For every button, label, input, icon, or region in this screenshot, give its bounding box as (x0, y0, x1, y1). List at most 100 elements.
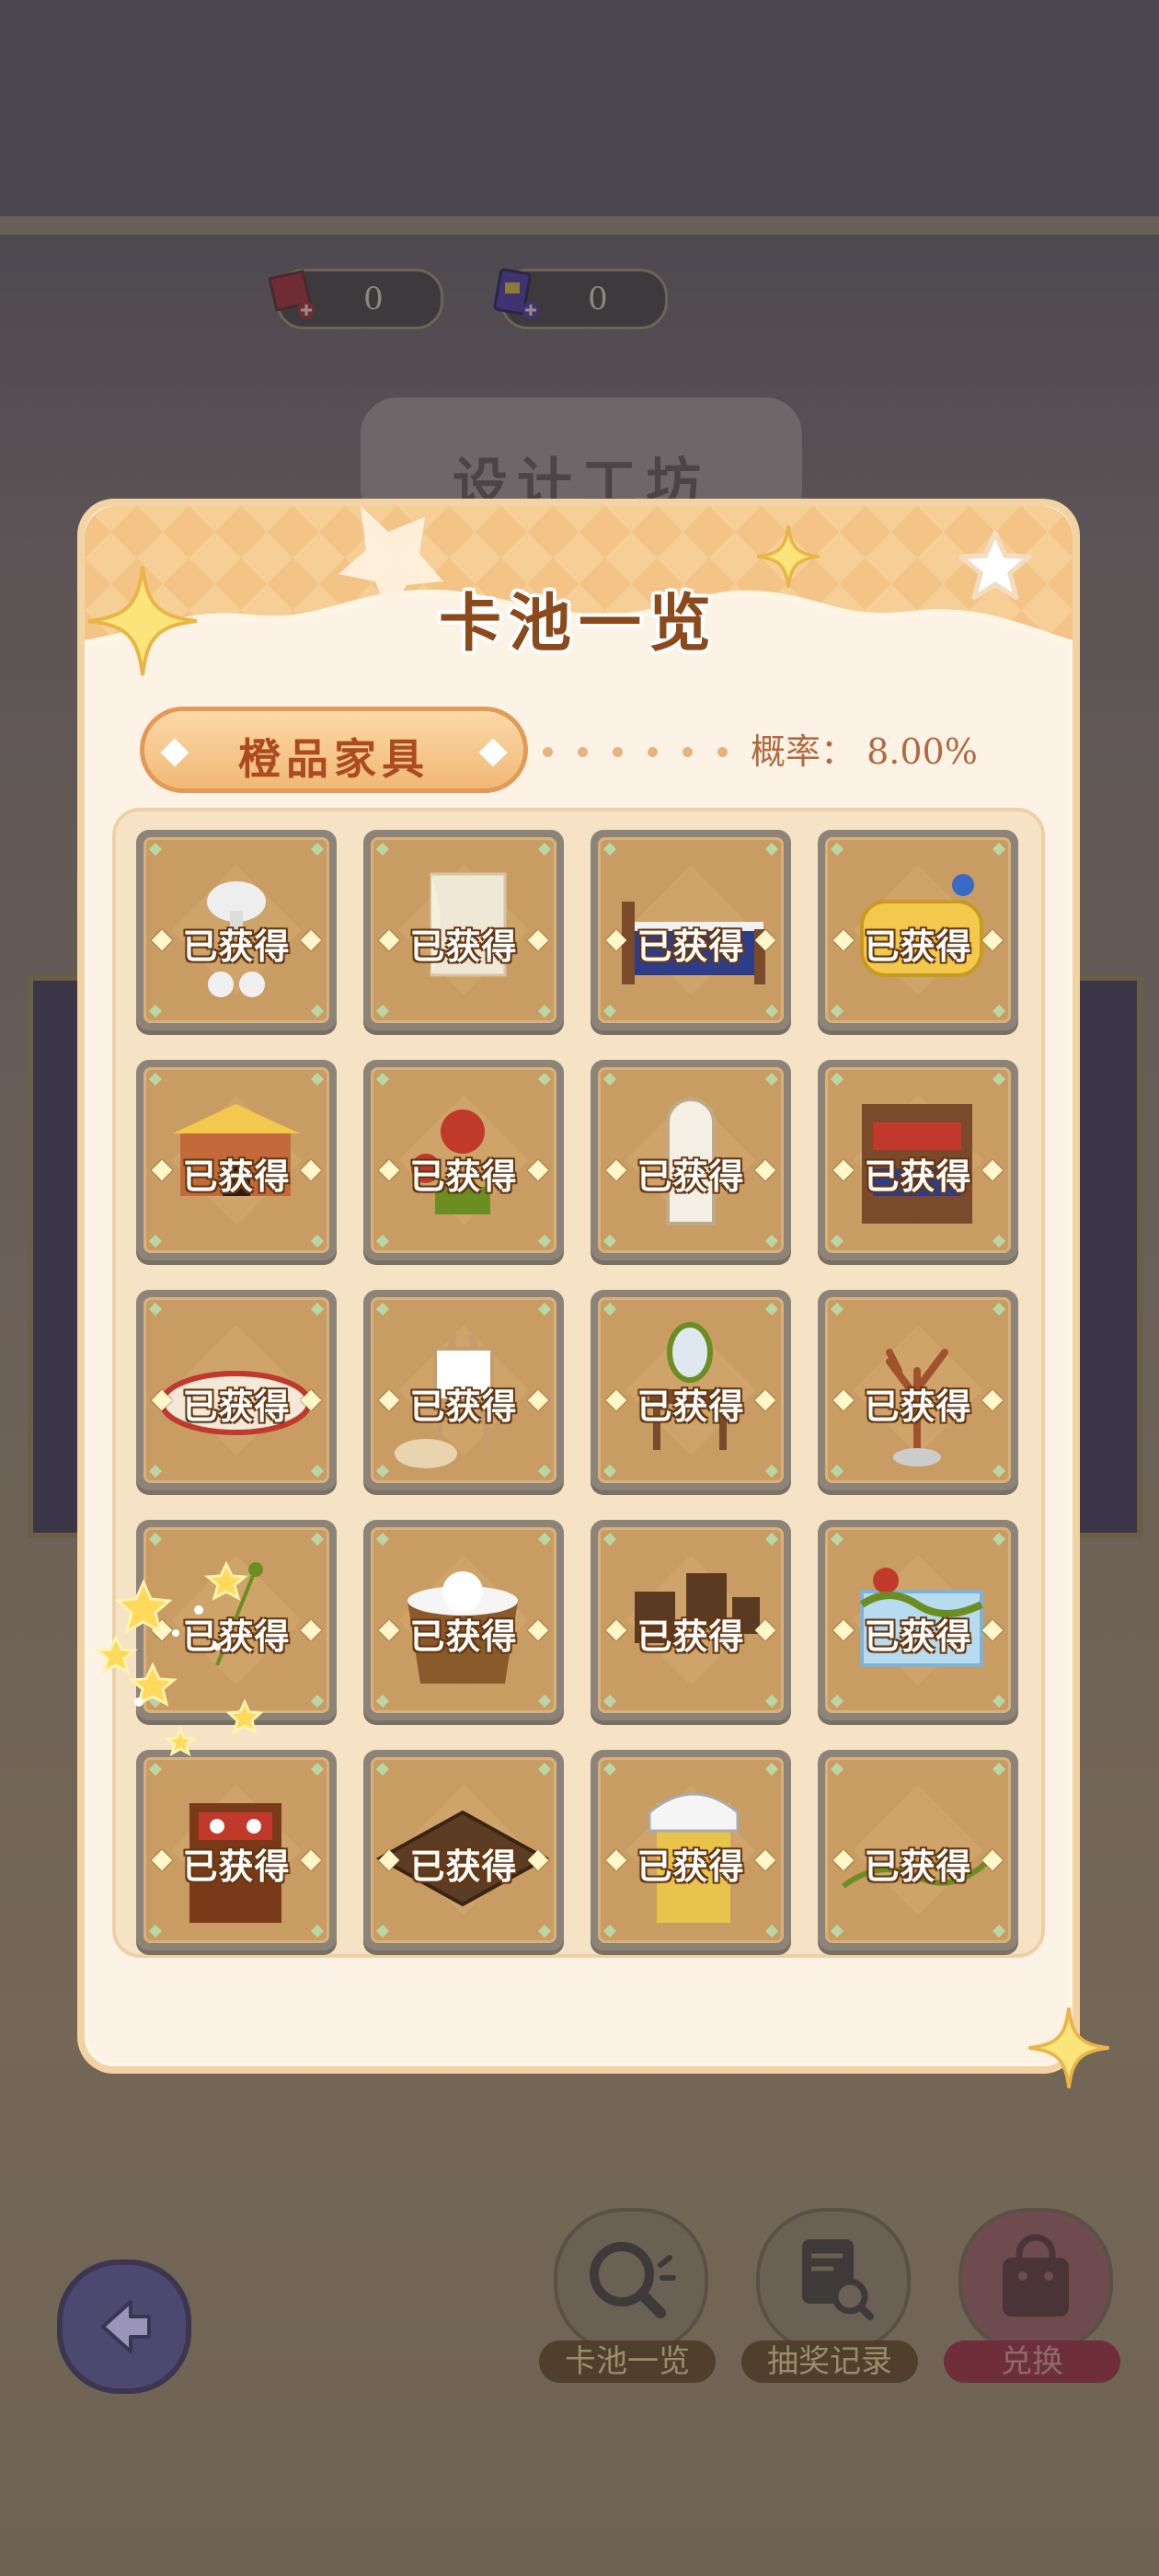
puffy-star-icon (958, 530, 1032, 601)
obtained-label: 已获得 (637, 1386, 745, 1427)
obtained-label: 已获得 (409, 1846, 518, 1887)
card-pool-modal: 卡池一览 橙品家具 概率： 8.00% 已获得 已获得 已获得 已获得 已获得 已获得 已获… (77, 499, 1109, 2088)
probability-value: 8.00% (866, 731, 978, 772)
obtained-label: 已获得 (864, 1386, 972, 1427)
currency-red-ticket[interactable]: 0 (268, 269, 443, 329)
obtained-label: 已获得 (409, 926, 518, 967)
obtained-label-wrap: 已获得 (598, 1838, 784, 1889)
card-inner: 已获得 (598, 1757, 784, 1943)
furniture-card[interactable]: 已获得 (136, 830, 337, 1030)
card-inner: 已获得 (143, 1067, 329, 1253)
furniture-card[interactable]: 已获得 (591, 1750, 791, 1950)
obtained-label-wrap: 已获得 (143, 1148, 329, 1199)
card-inner: 已获得 (598, 1297, 784, 1483)
furniture-card[interactable]: 已获得 (818, 1750, 1018, 1950)
card-inner: 已获得 (371, 837, 557, 1023)
furniture-card[interactable]: 已获得 (818, 1060, 1018, 1260)
furniture-card[interactable]: 已获得 (363, 1290, 564, 1490)
obtained-label: 已获得 (182, 1156, 291, 1197)
obtained-label: 已获得 (864, 1616, 972, 1657)
obtained-label: 已获得 (182, 926, 291, 967)
card-inner: 已获得 (825, 1757, 1011, 1943)
obtained-label-wrap: 已获得 (143, 918, 329, 969)
card-inner: 已获得 (825, 1297, 1011, 1483)
modal-title: 卡池一览 (438, 587, 718, 661)
obtained-label: 已获得 (637, 1156, 745, 1197)
furniture-card[interactable]: 已获得 (363, 1520, 564, 1720)
furniture-card[interactable]: 已获得 (818, 1520, 1018, 1720)
furniture-card[interactable]: 已获得 (136, 1290, 337, 1490)
top-band (0, 216, 1159, 235)
back-button[interactable] (57, 2260, 191, 2394)
obtained-label: 已获得 (864, 1156, 972, 1197)
furniture-card[interactable]: 已获得 (363, 830, 564, 1030)
obtained-label-wrap: 已获得 (825, 1148, 1011, 1199)
card-inner: 已获得 (598, 837, 784, 1023)
item-grid: 已获得 已获得 已获得 已获得 已获得 已获得 已获得 已获得 已获得 已获得 已获得 已获得 已获得已… (112, 808, 1045, 1958)
draw-record-label: 抽奖记录 (741, 2340, 918, 2383)
card-inner: 已获得 (371, 1067, 557, 1253)
sparkle-star-icon (757, 525, 820, 588)
exchange-button[interactable]: 兑换 (944, 2208, 1120, 2383)
obtained-label-wrap: 已获得 (371, 1148, 557, 1199)
furniture-card[interactable]: 已获得 (591, 1520, 791, 1720)
furniture-card[interactable]: 已获得 (818, 830, 1018, 1030)
obtained-label: 已获得 (637, 926, 745, 967)
card-inner: 已获得 (371, 1527, 557, 1713)
obtained-label-wrap: 已获得 (371, 1608, 557, 1659)
card-inner: 已获得 (825, 1067, 1011, 1253)
obtained-label-wrap: 已获得 (371, 918, 557, 969)
obtained-label-wrap: 已获得 (825, 1608, 1011, 1659)
obtained-label: 已获得 (864, 926, 972, 967)
currency-value: 0 (588, 281, 608, 317)
obtained-label-wrap: 已获得 (825, 918, 1011, 969)
card-pool-label: 卡池一览 (539, 2340, 716, 2383)
magnifier-icon (590, 2242, 676, 2318)
obtained-label-wrap: 已获得 (371, 1378, 557, 1429)
furniture-card[interactable]: 已获得 (818, 1290, 1018, 1490)
card-pool-button[interactable]: 卡池一览 (539, 2208, 716, 2383)
furniture-card[interactable]: 已获得 (591, 1290, 791, 1490)
card-inner: 已获得 (143, 1757, 329, 1943)
obtained-label-wrap: 已获得 (371, 1838, 557, 1889)
dotted-separator (543, 743, 752, 761)
obtained-label-wrap: 已获得 (143, 1378, 329, 1429)
obtained-label-wrap: 已获得 (598, 1148, 784, 1199)
draw-record-button[interactable]: 抽奖记录 (741, 2208, 918, 2383)
record-search-icon (802, 2239, 874, 2320)
card-inner: 已获得 (598, 1527, 784, 1713)
furniture-card[interactable]: 已获得 (136, 1750, 337, 1950)
probability-label: 概率： (751, 731, 856, 772)
probability: 概率： 8.00% (751, 723, 978, 774)
furniture-card[interactable]: 已获得 (591, 830, 791, 1030)
obtained-label-wrap: 已获得 (598, 1378, 784, 1429)
back-arrow-icon (101, 2300, 151, 2353)
currency-value: 0 (363, 281, 384, 317)
furniture-card[interactable]: 已获得 (363, 1060, 564, 1260)
red-ticket-icon (268, 270, 315, 318)
card-inner: 已获得 (598, 1067, 784, 1253)
currency-purple-card[interactable]: 0 (493, 268, 668, 329)
obtained-label: 已获得 (409, 1386, 518, 1427)
obtained-label: 已获得 (637, 1616, 745, 1657)
card-inner: 已获得 (825, 837, 1011, 1023)
furniture-card[interactable]: 已获得 (136, 1060, 337, 1260)
exchange-label: 兑换 (944, 2340, 1120, 2383)
obtained-label: 已获得 (182, 1386, 291, 1427)
tier-label: 橙品家具 (238, 734, 430, 784)
card-inner: 已获得 (371, 1297, 557, 1483)
obtained-label: 已获得 (637, 1846, 745, 1887)
obtained-label-wrap: 已获得 (598, 1608, 784, 1659)
sparkle-burst (94, 1560, 264, 1757)
sparkle-star-icon (87, 566, 198, 676)
card-inner: 已获得 (825, 1527, 1011, 1713)
furniture-card[interactable]: 已获得 (591, 1060, 791, 1260)
draw-record-circle (756, 2208, 911, 2353)
obtained-label-wrap: 已获得 (598, 918, 784, 969)
obtained-label-wrap: 已获得 (143, 1838, 329, 1889)
obtained-label: 已获得 (182, 1846, 291, 1887)
purple-card-icon (493, 268, 539, 318)
obtained-label: 已获得 (864, 1846, 972, 1887)
obtained-label-wrap: 已获得 (825, 1378, 1011, 1429)
furniture-card[interactable]: 已获得 (363, 1750, 564, 1950)
